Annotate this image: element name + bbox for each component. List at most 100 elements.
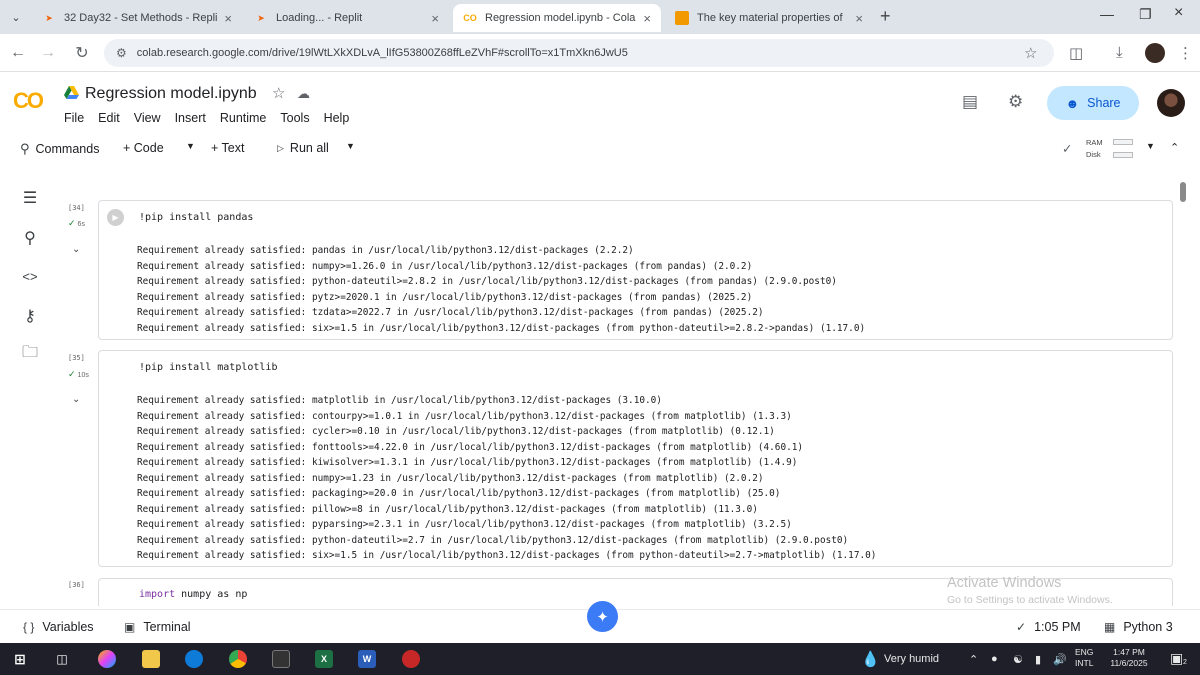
add-text-label: + Text [211, 141, 245, 155]
browser-tab-colab[interactable]: CO Regression model.ipynb - Cola × [453, 4, 661, 32]
site-info-icon[interactable]: ⚙ [116, 46, 127, 60]
output-line: Requirement already satisfied: packaging… [137, 488, 781, 499]
browser-profile-avatar[interactable] [1145, 43, 1165, 63]
notebook-title[interactable]: Regression model.ipynb [85, 85, 257, 103]
menu-runtime[interactable]: Runtime [220, 111, 267, 125]
collapse-header-icon[interactable]: ⌃ [1170, 141, 1179, 154]
file-explorer-icon[interactable] [142, 650, 160, 668]
code-cell[interactable]: !pip install matplotlib Requirement alre… [98, 350, 1173, 567]
menu-edit[interactable]: Edit [98, 111, 120, 125]
runtime-type-button[interactable]: ▦ Python 3 [1104, 620, 1173, 634]
battery-icon[interactable]: ▮ [1035, 653, 1041, 666]
find-icon[interactable]: ⚲ [20, 228, 40, 248]
run-cell-button[interactable]: ▶ [107, 209, 124, 226]
collapse-output-chevron-icon[interactable]: ⌄ [72, 394, 80, 405]
output-line: Requirement already satisfied: python-da… [137, 534, 849, 546]
language-indicator[interactable]: ENG INTL [1075, 647, 1093, 669]
code-snippets-icon[interactable]: <> [20, 266, 40, 286]
notifications-icon[interactable]: ▣ [1170, 650, 1183, 667]
windows-start-icon[interactable]: ⊞ [11, 650, 29, 668]
chrome-icon[interactable] [229, 650, 247, 668]
output-line: Requirement already satisfied: tzdata>=2… [137, 307, 764, 318]
runtime-chevron-icon[interactable]: ▼ [1146, 141, 1155, 151]
weather-icon[interactable]: 💧 [861, 650, 880, 668]
gemini-sparkle-icon[interactable]: ✦ [587, 601, 618, 632]
code-keyword: import [139, 589, 176, 600]
share-button[interactable]: ☻ Share [1047, 86, 1139, 120]
browser-tab-slides[interactable]: The key material properties of × [665, 4, 873, 32]
back-icon[interactable]: ← [8, 43, 28, 63]
close-tab-icon[interactable]: × [431, 11, 439, 26]
add-code-button[interactable]: + Code [123, 141, 164, 155]
terminal-app-icon[interactable] [272, 650, 290, 668]
word-icon[interactable]: W [358, 650, 376, 668]
network-app-icon[interactable]: ● [991, 653, 998, 665]
excel-icon[interactable]: X [315, 650, 333, 668]
windows-taskbar: ⊞ ◫ X W 💧 Very humid ⌃ ● ☯ ▮ 🔊 ENG INTL … [0, 643, 1200, 675]
menu-tools[interactable]: Tools [280, 111, 309, 125]
share-label: Share [1087, 96, 1121, 110]
close-tab-icon[interactable]: × [855, 11, 863, 26]
menu-bar: File Edit View Insert Runtime Tools Help [64, 111, 363, 125]
collapse-output-chevron-icon[interactable]: ⌄ [72, 244, 80, 255]
files-folder-icon[interactable]: 🗀 [20, 344, 40, 364]
volume-icon[interactable]: 🔊 [1053, 653, 1067, 666]
colab-logo[interactable]: CO [13, 88, 44, 114]
browser-tab-replit-2[interactable]: ➤ Loading... - Replit × [244, 4, 449, 32]
notebook-area: [34] ✓6s ⌄ ⋯ ▶ !pip install pandas Requi… [60, 176, 1190, 606]
add-text-button[interactable]: + Text [211, 141, 244, 155]
run-all-chevron-icon[interactable]: ▼ [346, 141, 355, 151]
close-tab-icon[interactable]: × [643, 11, 651, 26]
check-icon: ✓ [68, 369, 76, 379]
user-avatar[interactable] [1157, 89, 1185, 117]
wifi-icon[interactable]: ☯ [1013, 653, 1023, 666]
run-all-button[interactable]: ▷ Run all [277, 141, 329, 155]
new-tab-icon[interactable]: + [880, 6, 891, 27]
code-cell[interactable]: ▶ !pip install pandas Requirement alread… [98, 200, 1173, 340]
last-run-status[interactable]: ✓ 1:05 PM [1016, 620, 1081, 634]
star-icon[interactable]: ☆ [272, 84, 285, 102]
ram-bar [1113, 139, 1133, 145]
code-dropdown-chevron-icon[interactable]: ▼ [186, 141, 195, 151]
settings-gear-icon[interactable]: ⚙ [1008, 92, 1023, 112]
recorder-icon[interactable] [402, 650, 420, 668]
code-text[interactable]: !pip install matplotlib [139, 362, 277, 373]
download-icon[interactable]: ⤓ [1116, 44, 1123, 61]
bookmark-star-icon[interactable]: ☆ [1024, 44, 1037, 62]
secrets-key-icon[interactable]: ⚷ [20, 306, 40, 326]
menu-help[interactable]: Help [324, 111, 350, 125]
commands-button[interactable]: ⚲ Commands [20, 141, 99, 157]
minimize-icon[interactable]: — [1100, 6, 1114, 22]
system-clock[interactable]: 1:47 PM 11/6/2025 [1106, 647, 1152, 669]
browser-tab-replit-1[interactable]: ➤ 32 Day32 - Set Methods - Repli × [32, 4, 242, 32]
last-run-time: 1:05 PM [1034, 620, 1081, 634]
tab-search-icon[interactable]: ⌄ [6, 7, 26, 27]
forward-icon[interactable]: → [38, 43, 58, 63]
add-code-label: + Code [123, 141, 164, 155]
close-tab-icon[interactable]: × [224, 11, 232, 26]
code-text[interactable]: import numpy as np [139, 589, 247, 600]
edge-icon[interactable] [185, 650, 203, 668]
show-hidden-icons-chevron-icon[interactable]: ⌃ [969, 653, 978, 666]
copilot-icon[interactable] [98, 650, 116, 668]
task-view-icon[interactable]: ◫ [53, 650, 71, 668]
reload-icon[interactable]: ↻ [72, 43, 92, 63]
browser-menu-icon[interactable]: ⋮ [1178, 44, 1193, 62]
weather-text[interactable]: Very humid [884, 653, 939, 665]
url-field[interactable]: ⚙ colab.research.google.com/drive/19lWtL… [104, 39, 1054, 67]
extensions-icon[interactable]: ◫ [1069, 44, 1083, 62]
execution-time: ✓ 10s [68, 369, 89, 380]
resource-monitor[interactable]: RAM Disk [1086, 137, 1103, 161]
restore-icon[interactable]: ❐ [1139, 6, 1152, 23]
menu-file[interactable]: File [64, 111, 84, 125]
menu-insert[interactable]: Insert [175, 111, 206, 125]
table-of-contents-icon[interactable]: ☰ [20, 188, 40, 208]
menu-view[interactable]: View [134, 111, 161, 125]
variables-button[interactable]: { } Variables [23, 620, 94, 634]
code-text[interactable]: !pip install pandas [139, 212, 253, 223]
comments-icon[interactable]: ▤ [962, 92, 978, 112]
close-window-icon[interactable]: × [1174, 4, 1183, 22]
terminal-button[interactable]: ▣ Terminal [124, 620, 191, 634]
notebook-scrollbar[interactable] [1180, 182, 1186, 202]
runtime-icon: ▦ [1104, 620, 1116, 634]
